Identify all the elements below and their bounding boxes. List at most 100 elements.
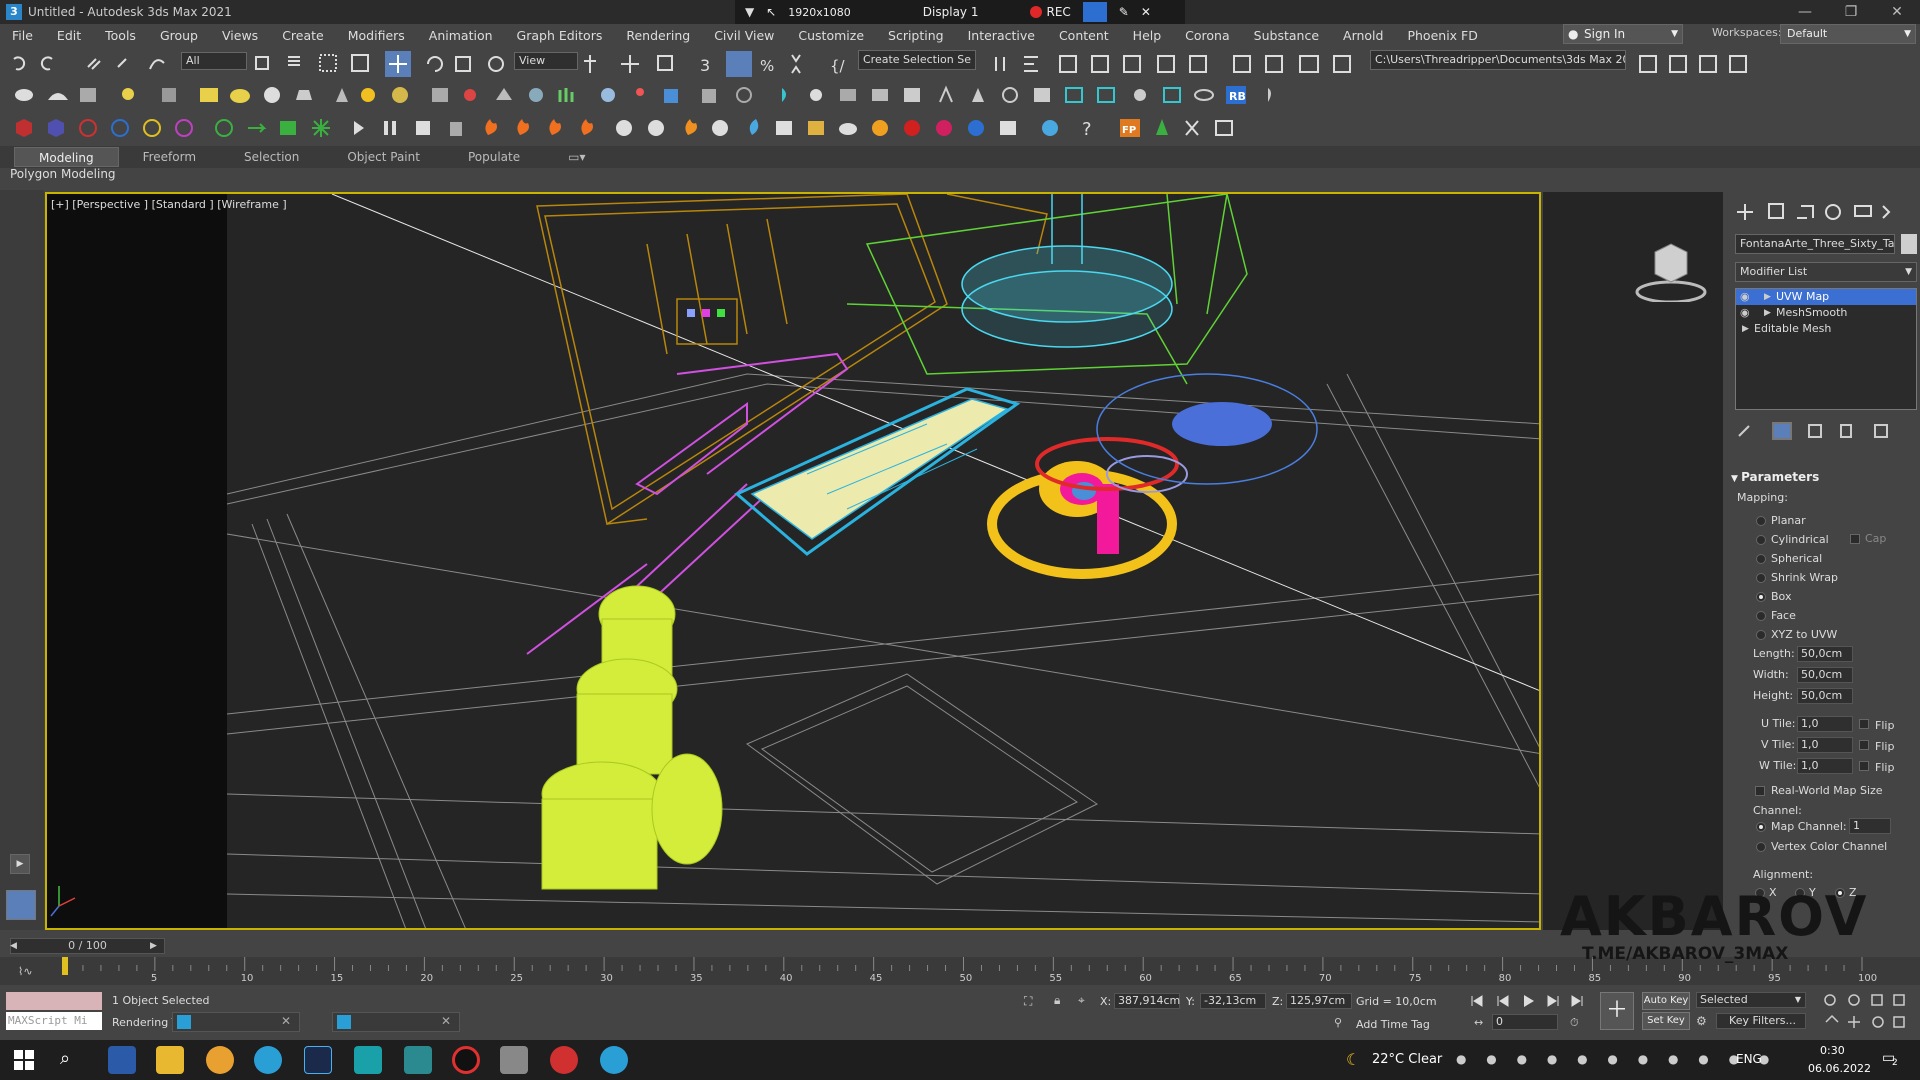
water-icon[interactable] — [111, 119, 129, 137]
edge-icon[interactable] — [254, 1046, 282, 1074]
edit-named-sel-icon[interactable]: {/ — [830, 57, 846, 75]
display-icon[interactable] — [80, 88, 96, 102]
ribbon-subpanel[interactable]: Polygon Modeling — [10, 167, 120, 183]
pin-icon[interactable] — [782, 88, 786, 102]
zoom-extents-all-icon[interactable] — [1893, 994, 1905, 1006]
scatter-icon[interactable] — [496, 88, 512, 100]
screen-icon[interactable] — [1163, 87, 1181, 103]
cube-icon[interactable] — [48, 119, 64, 137]
wflip-checkbox[interactable] — [1859, 761, 1869, 771]
length-spinner[interactable]: 50,0cm — [1797, 646, 1853, 662]
key-filters-button[interactable]: Key Filters... — [1716, 1013, 1806, 1029]
mapping-radio-xyz-to-uvw[interactable] — [1756, 630, 1766, 640]
vertex-color-radio[interactable] — [1756, 842, 1766, 852]
ribbon-tab-object-paint[interactable]: Object Paint — [323, 150, 444, 164]
railclone-icon[interactable] — [1156, 119, 1168, 135]
track-bar[interactable]: 5 10 15 20 25 30 35 40 45 50 55 60 65 70 75 80 85 90 95 100… — [0, 957, 1920, 985]
fire-2-icon[interactable] — [517, 119, 529, 135]
create-tab-icon[interactable] — [1737, 204, 1753, 220]
object-color-swatch[interactable] — [1901, 234, 1917, 254]
render-online-icon[interactable] — [1333, 55, 1351, 73]
utilities-tab-icon[interactable] — [1882, 205, 1891, 219]
make-unique-icon[interactable] — [1808, 424, 1822, 438]
spinner-snap-icon[interactable] — [791, 54, 801, 74]
network-icon[interactable] — [215, 119, 233, 137]
unlink-icon[interactable] — [117, 58, 127, 68]
angle-snap-active[interactable] — [726, 51, 752, 77]
telegram-icon[interactable] — [600, 1046, 628, 1074]
close-recorder-icon[interactable]: ✕ — [1141, 5, 1151, 19]
eye-icon[interactable]: ◉ — [1740, 305, 1750, 321]
fire-icon[interactable] — [485, 119, 497, 135]
arrow-green-icon[interactable] — [248, 123, 267, 133]
language-indicator[interactable]: ENG — [1736, 1052, 1762, 1066]
cam-frame-icon[interactable] — [1034, 88, 1050, 102]
time-tag-icon[interactable]: ⚲ — [1334, 1016, 1342, 1029]
menu-civil-view[interactable]: Civil View — [702, 28, 786, 43]
expand-triangle-icon[interactable]: ▶ — [1764, 289, 1771, 305]
smoke-icon[interactable] — [616, 120, 632, 136]
sun-icon[interactable] — [361, 88, 375, 102]
zoom-all-icon[interactable] — [1848, 994, 1860, 1006]
menu-phoenix-fd[interactable]: Phoenix FD — [1395, 28, 1489, 43]
curve-editor-icon[interactable] — [1123, 55, 1141, 73]
wind-icon[interactable] — [712, 120, 728, 136]
ribbon-tab-freeform[interactable]: Freeform — [119, 150, 220, 164]
stack-item-editable-mesh[interactable]: ▶ Editable Mesh — [1736, 321, 1916, 337]
menu-corona[interactable]: Corona — [1173, 28, 1241, 43]
align-radio-y[interactable] — [1795, 888, 1805, 898]
auto-key-button[interactable]: Auto Key — [1642, 992, 1690, 1010]
time-config-icon[interactable]: ⏱ — [1570, 1016, 1579, 1030]
viewport-layout-play-button[interactable]: ▶ — [10, 854, 30, 874]
bowl-icon[interactable] — [296, 90, 312, 100]
help-icon[interactable]: ? — [1082, 119, 1092, 140]
menu-interactive[interactable]: Interactive — [956, 28, 1047, 43]
eye-icon[interactable]: ◉ — [1740, 289, 1750, 305]
multi-mat-icon[interactable] — [636, 88, 644, 96]
cap-checkbox[interactable] — [1850, 534, 1860, 544]
hierarchy-tab-icon[interactable] — [1797, 205, 1814, 219]
isolate-selection-icon[interactable]: ⛶ — [1024, 994, 1032, 1009]
window-crossing-icon[interactable] — [351, 54, 369, 72]
set-key-button[interactable]: Set Key — [1642, 1012, 1690, 1030]
workspace-dropdown[interactable]: Default ▼ — [1780, 24, 1916, 44]
bulb-icon[interactable] — [1268, 88, 1271, 102]
walk-icon[interactable] — [872, 89, 888, 101]
menu-scripting[interactable]: Scripting — [876, 28, 956, 43]
search-icon[interactable]: ⌕ — [60, 1048, 70, 1069]
cloud-icon[interactable] — [48, 93, 68, 100]
weather-text[interactable]: 22°C Clear — [1372, 1052, 1442, 1067]
fire-4-icon[interactable] — [581, 119, 593, 135]
display-tab-icon[interactable] — [1854, 205, 1872, 217]
motion-tab-icon[interactable] — [1825, 204, 1841, 220]
fire-3-icon[interactable] — [549, 119, 561, 135]
tray-icons[interactable]: ● ● ● ● ● ● ● ● ● ● ● — [1456, 1052, 1777, 1066]
3dsmax-taskbar-icon[interactable] — [354, 1046, 382, 1074]
next-frame-icon[interactable] — [1547, 995, 1559, 1007]
select-object-icon[interactable] — [255, 56, 269, 70]
clock-time[interactable]: 0:30 — [1820, 1044, 1845, 1057]
project-save-icon[interactable] — [1729, 55, 1747, 73]
ribbon-tab-modeling[interactable]: Modeling — [14, 147, 119, 167]
zoom-icon[interactable] — [1824, 994, 1836, 1006]
teapot-icon[interactable] — [15, 89, 33, 101]
redo-icon[interactable] — [40, 56, 53, 71]
menu-graph-editors[interactable]: Graph Editors — [505, 28, 615, 43]
ocean-icon[interactable] — [1042, 120, 1058, 136]
safe-frame-icon[interactable] — [1097, 87, 1115, 103]
viewcube[interactable] — [1543, 222, 1723, 302]
globe-icon[interactable] — [601, 88, 615, 102]
red-icon[interactable] — [904, 120, 920, 136]
modify-tab-icon[interactable] — [1768, 203, 1784, 219]
field-of-view-icon[interactable] — [1825, 1014, 1839, 1023]
rectangular-selection-icon[interactable] — [319, 54, 337, 72]
vtile-spinner[interactable]: 1,0 — [1797, 737, 1853, 753]
width-spinner[interactable]: 50,0cm — [1797, 667, 1853, 683]
recorder-app-icon[interactable] — [452, 1046, 480, 1074]
taskbar-tab-1[interactable]: ✕ — [172, 1012, 300, 1032]
play-icon[interactable] — [354, 121, 364, 135]
orange-icon[interactable] — [872, 120, 888, 136]
menu-group[interactable]: Group — [148, 28, 210, 43]
house-icon[interactable] — [972, 88, 984, 102]
trash-icon[interactable] — [450, 122, 462, 136]
